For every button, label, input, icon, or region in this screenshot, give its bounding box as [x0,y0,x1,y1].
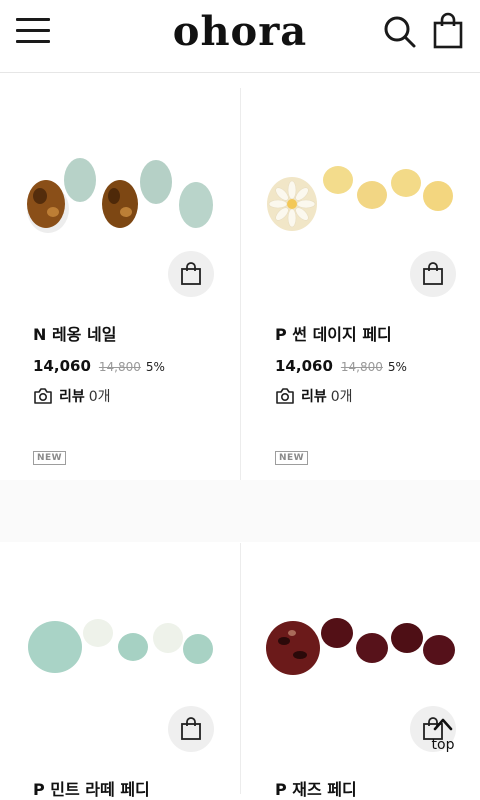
product-card[interactable]: N 레옹 네일 14,060 14,800 5% 리뷰 0개 NEW [0,88,238,480]
review-label: 리뷰 [59,389,85,405]
sale-price: 14,060 [275,357,333,375]
product-name[interactable]: P 민트 라떼 페디 [33,776,150,800]
camera-icon [276,388,294,404]
new-badge: NEW [275,451,309,465]
new-badge: NEW [33,451,67,465]
product-card[interactable]: P 썬 데이지 페디 14,060 14,800 5% 리뷰 0개 NEW [242,88,480,480]
scroll-top-label: top [431,737,455,753]
app-header: ohora [0,0,480,73]
original-price: 14,800 [98,360,141,374]
add-to-cart-button[interactable] [168,251,214,297]
scroll-top-button[interactable]: top [420,712,466,758]
row-separator [0,480,480,542]
add-to-cart-button[interactable] [168,706,214,752]
product-name[interactable]: N 레옹 네일 [33,321,116,345]
column-divider [240,543,241,794]
review-row[interactable]: 리뷰 0개 [33,386,111,406]
discount-rate: 5% [145,360,165,374]
product-card[interactable]: P 민트 라떼 페디 [0,543,238,799]
column-divider [240,88,241,480]
search-icon[interactable] [382,14,418,50]
shopping-bag-icon [423,262,443,285]
shopping-bag-icon[interactable] [430,12,466,50]
price-row: 14,060 14,800 5% [275,356,407,375]
discount-rate: 5% [387,360,407,374]
arrow-up-icon [433,718,453,731]
review-row[interactable]: 리뷰 0개 [275,386,353,406]
review-count: 0개 [88,389,111,405]
shopping-bag-icon [181,717,201,740]
product-name[interactable]: P 재즈 페디 [275,776,357,800]
review-label: 리뷰 [301,389,327,405]
original-price: 14,800 [340,360,383,374]
sale-price: 14,060 [33,357,91,375]
add-to-cart-button[interactable] [410,251,456,297]
camera-icon [34,388,52,404]
price-row: 14,060 14,800 5% [33,356,165,375]
shopping-bag-icon [181,262,201,285]
review-count: 0개 [330,389,353,405]
product-name[interactable]: P 썬 데이지 페디 [275,321,392,345]
